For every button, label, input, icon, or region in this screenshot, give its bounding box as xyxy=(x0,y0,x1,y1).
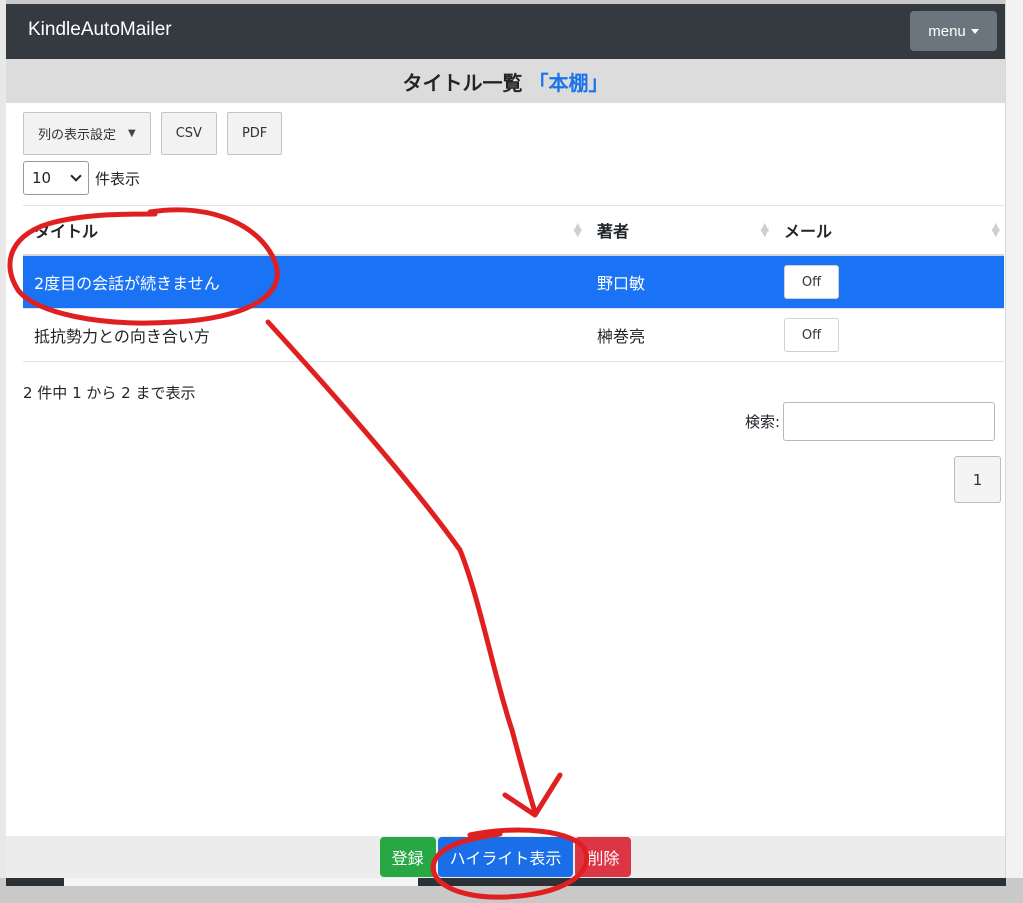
pdf-button[interactable]: PDF xyxy=(226,112,283,155)
page-title-bar: タイトル一覧 「本棚」 xyxy=(6,59,1005,103)
highlight-button[interactable]: ハイライト表示 xyxy=(437,837,574,877)
header-author-label: 著者 xyxy=(597,222,630,241)
page-title: タイトル一覧 xyxy=(402,70,523,95)
header-title[interactable]: タイトル ▲ ▼ xyxy=(23,218,586,242)
cell-mail: Off xyxy=(773,318,1004,352)
header-title-label: タイトル xyxy=(34,222,99,241)
shelf-label: 「本棚」 xyxy=(528,70,609,95)
navbar: KindleAutoMailer menu xyxy=(6,4,1005,59)
pagination-page-button[interactable]: 1 xyxy=(954,456,1001,503)
pdf-label: PDF xyxy=(241,126,268,141)
app-title[interactable]: KindleAutoMailer xyxy=(28,19,172,41)
caret-down-icon xyxy=(970,28,979,34)
background-bottom-area xyxy=(0,878,1023,903)
background-right-glyphs xyxy=(1005,0,1023,903)
app-window: KindleAutoMailer menu タイトル一覧 「本棚」 列の表示設定… xyxy=(6,4,1005,878)
page-length-value: 10 xyxy=(32,169,52,187)
cell-title: 抵抗勢力との向き合い方 xyxy=(34,327,210,346)
sort-icon: ▲ ▼ xyxy=(991,220,1000,239)
triangle-down-icon: ▼ xyxy=(128,128,136,139)
csv-label: CSV xyxy=(175,126,202,141)
header-mail[interactable]: メール ▲ ▼ xyxy=(773,218,1004,242)
background-light-box xyxy=(64,878,418,886)
table-row[interactable]: 2度目の会話が続きません 野口敏 Off xyxy=(23,256,1004,309)
footer-actions: 登録 ハイライト表示 削除 xyxy=(6,836,1005,878)
sort-icon: ▲ ▼ xyxy=(760,220,769,239)
menu-button[interactable]: menu xyxy=(910,11,997,51)
csv-button[interactable]: CSV xyxy=(160,112,217,155)
column-visibility-button[interactable]: 列の表示設定 ▼ xyxy=(23,112,151,155)
cell-mail: Off xyxy=(773,265,1004,299)
header-mail-label: メール xyxy=(784,222,833,241)
column-visibility-label: 列の表示設定 xyxy=(38,128,117,143)
delete-button[interactable]: 削除 xyxy=(575,837,632,877)
mail-toggle[interactable]: Off xyxy=(784,318,839,352)
search-input[interactable] xyxy=(783,402,996,441)
page-length-select[interactable]: 10 xyxy=(23,161,89,195)
table-info: 2 件中 1 から 2 まで表示 xyxy=(23,384,196,402)
chevron-down-icon xyxy=(70,170,82,182)
titles-table: タイトル ▲ ▼ 著者 ▲ ▼ メール ▲ ▼ 2度目の会話が続きません 野口敏 Of… xyxy=(23,205,1004,362)
search-control: 検索: xyxy=(745,402,996,441)
register-button[interactable]: 登録 xyxy=(379,837,436,877)
search-label: 検索: xyxy=(745,413,781,431)
table-toolbar: 列の表示設定 ▼ CSV PDF xyxy=(23,112,283,155)
cell-title: 2度目の会話が続きません xyxy=(34,274,220,293)
menu-label: menu xyxy=(928,22,966,40)
page-length-control: 10 件表示 xyxy=(23,161,140,195)
table-header-row: タイトル ▲ ▼ 著者 ▲ ▼ メール ▲ ▼ xyxy=(23,206,1004,256)
header-author[interactable]: 著者 ▲ ▼ xyxy=(586,218,773,242)
cell-author: 野口敏 xyxy=(597,274,646,293)
table-row[interactable]: 抵抗勢力との向き合い方 榊巻亮 Off xyxy=(23,309,1004,362)
mail-toggle[interactable]: Off xyxy=(784,265,839,299)
cell-author: 榊巻亮 xyxy=(597,327,646,346)
sort-icon: ▲ ▼ xyxy=(573,220,582,239)
page-length-suffix: 件表示 xyxy=(95,169,141,188)
